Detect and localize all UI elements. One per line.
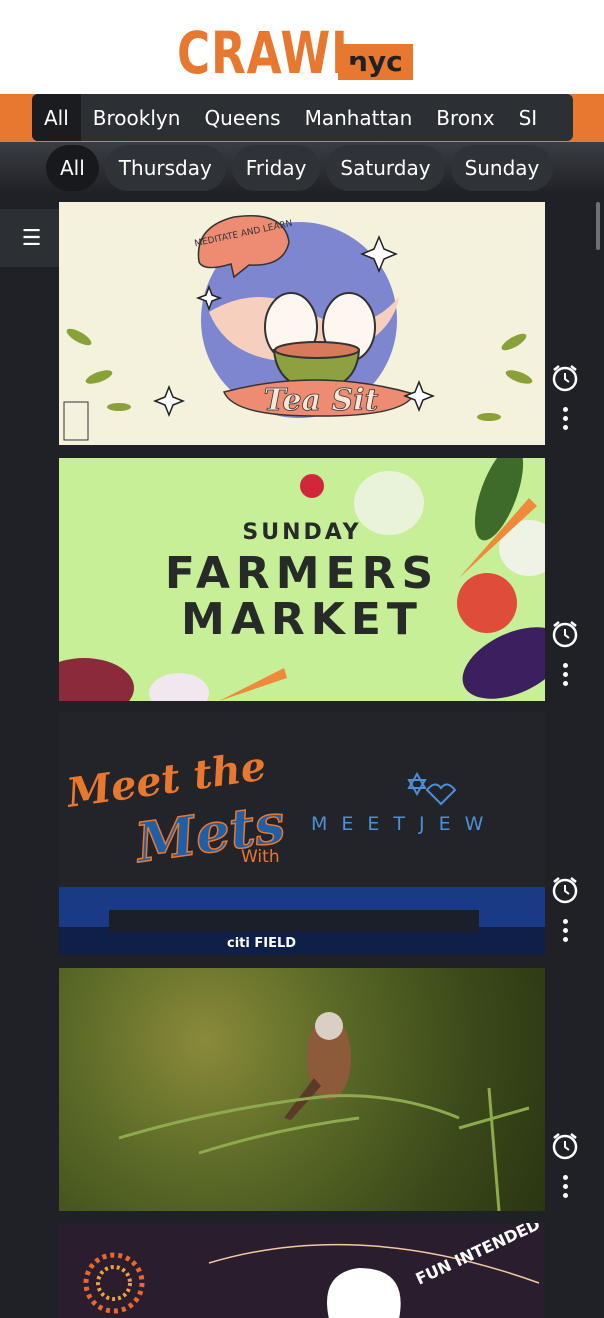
mets-with: With: [241, 847, 280, 867]
sidebar-toggle-button[interactable]: ☰: [0, 209, 63, 267]
day-filter-bar: All Thursday Friday Saturday Sunday: [0, 142, 604, 194]
borough-filter-bar: All Brooklyn Queens Manhattan Bronx SI: [0, 94, 604, 142]
citi-field-sign: citi FIELD: [227, 936, 296, 951]
hamburger-menu-icon: ☰: [21, 225, 42, 251]
event-card-fun-intended[interactable]: FUN INTENDED: [59, 1223, 545, 1318]
borough-all[interactable]: All: [32, 94, 81, 141]
day-saturday[interactable]: Saturday: [326, 145, 445, 191]
fun-intended-illustration: FUN INTENDED: [83, 1223, 543, 1318]
more-vertical-icon[interactable]: [559, 919, 571, 945]
farmers-market-title-line2: MARKET: [181, 594, 423, 645]
borough-queens[interactable]: Queens: [192, 94, 292, 141]
borough-manhattan[interactable]: Manhattan: [293, 94, 425, 141]
day-thursday[interactable]: Thursday: [104, 145, 226, 191]
scrollbar-thumb[interactable]: [596, 202, 600, 250]
fun-intended-text: FUN INTENDED: [413, 1223, 543, 1289]
tea-sit-illustration: MEDITATE AND LEARN Tea Sit: [63, 215, 533, 441]
more-vertical-icon[interactable]: [559, 663, 571, 689]
tea-sit-title: Tea Sit: [264, 383, 379, 418]
more-vertical-icon[interactable]: [559, 1175, 571, 1201]
crawl-nyc-logo[interactable]: CRAWL nyc: [177, 18, 413, 82]
logo-text-crawl: CRAWL: [177, 19, 361, 87]
meet-the-mets-illustration: Meet the Mets With MEETJEW citi FIELD: [59, 742, 545, 955]
farmers-market-title-line1: FARMERS: [164, 548, 440, 599]
meetjew-logo: MEETJEW: [311, 813, 497, 835]
more-vertical-icon[interactable]: [559, 407, 571, 433]
borough-brooklyn[interactable]: Brooklyn: [81, 94, 193, 141]
app-header: CRAWL nyc: [0, 0, 604, 94]
event-actions-1: [548, 363, 582, 443]
borough-bronx[interactable]: Bronx: [424, 94, 506, 141]
event-card-farmers-market[interactable]: SUNDAY FARMERS MARKET: [59, 458, 545, 701]
alarm-clock-icon[interactable]: [550, 363, 580, 393]
event-actions-4: [548, 1131, 582, 1211]
event-card-tea-sit[interactable]: MEDITATE AND LEARN Tea Sit: [59, 202, 545, 445]
borough-button-group: All Brooklyn Queens Manhattan Bronx SI: [32, 94, 573, 141]
event-actions-3: [548, 875, 582, 955]
event-card-bird-walk[interactable]: [59, 968, 545, 1211]
event-card-meet-the-mets[interactable]: Meet the Mets With MEETJEW citi FIELD: [59, 712, 545, 955]
day-all[interactable]: All: [46, 145, 99, 191]
borough-si[interactable]: SI: [507, 94, 550, 141]
alarm-clock-icon[interactable]: [550, 1131, 580, 1161]
day-sunday[interactable]: Sunday: [450, 145, 554, 191]
farmers-market-day: SUNDAY: [242, 520, 362, 545]
alarm-clock-icon[interactable]: [550, 875, 580, 905]
kestrel-photo: [118, 1012, 530, 1211]
event-actions-2: [548, 619, 582, 699]
day-friday[interactable]: Friday: [231, 145, 321, 191]
alarm-clock-icon[interactable]: [550, 619, 580, 649]
